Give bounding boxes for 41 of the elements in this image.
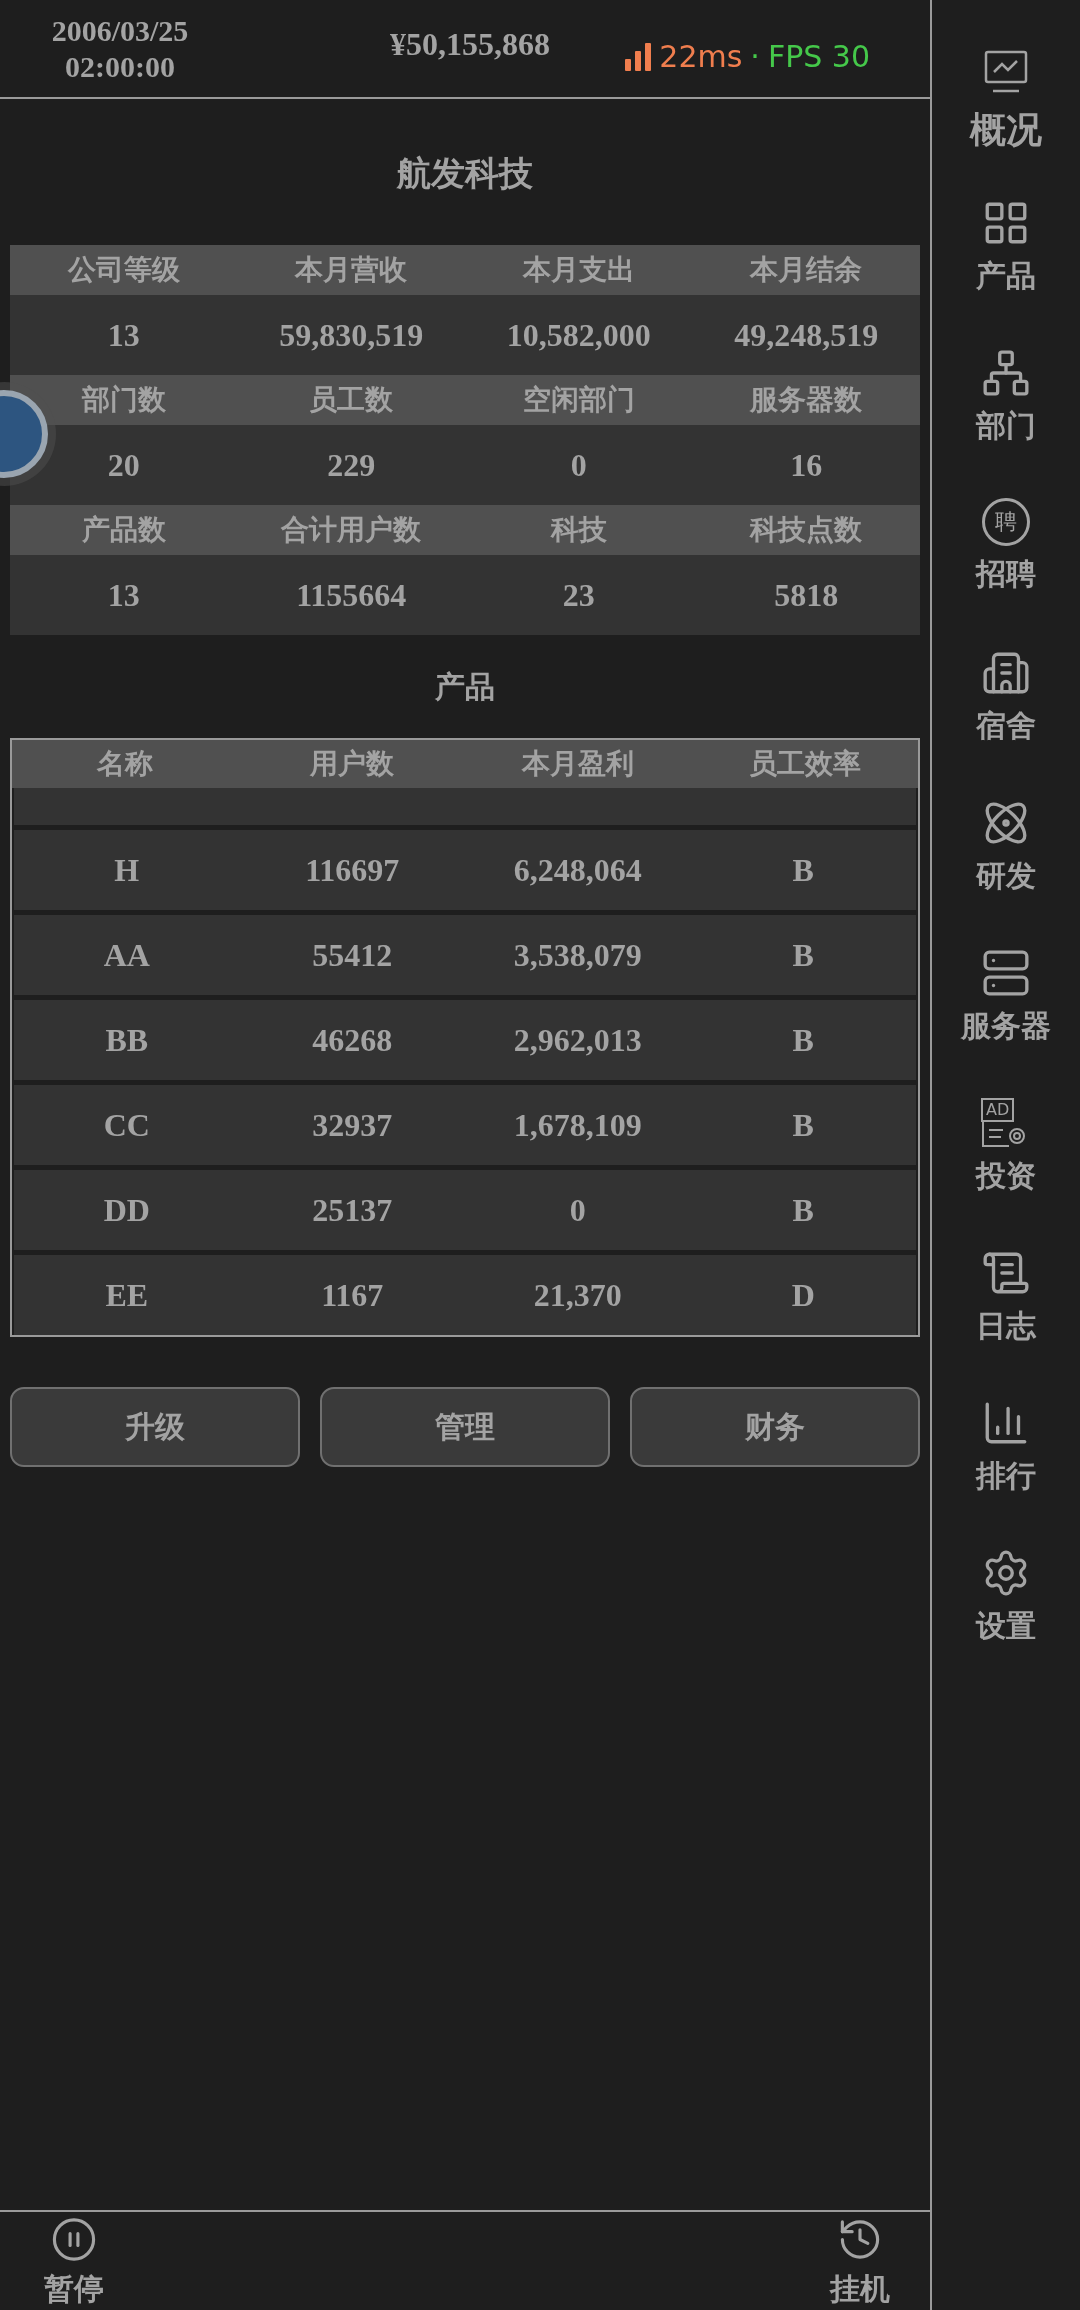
- table-row[interactable]: H 116697 6,248,064 B: [14, 830, 916, 910]
- sidebar-item[interactable]: 设置: [976, 1548, 1036, 1660]
- signal-icon: [625, 42, 652, 71]
- company-title: 航发科技: [395, 154, 534, 194]
- sidebar-item[interactable]: AD 投资: [976, 1098, 1036, 1210]
- stats-header-row: 产品数 合计用户数 科技 科技点数: [10, 505, 920, 555]
- hire-badge-icon: 聘: [982, 498, 1030, 546]
- action-button[interactable]: 升级: [10, 1387, 300, 1467]
- latency-text: 22ms: [659, 39, 743, 74]
- sidebar-item[interactable]: 研发: [976, 798, 1036, 910]
- org-chart-icon: [981, 348, 1031, 398]
- action-button[interactable]: 财务: [630, 1387, 920, 1467]
- fps-text: FPS 30: [767, 39, 870, 74]
- section-title: 产品: [434, 669, 496, 705]
- time-text: 02:00:00: [65, 48, 175, 85]
- separator-text: ·: [750, 39, 760, 74]
- stats-value-row: 13 59,830,519 10,582,000 49,248,519: [10, 295, 920, 375]
- stats-header-row: 公司等级 本月营收 本月支出 本月结余: [10, 245, 920, 295]
- date-text: 2006/03/25: [51, 12, 189, 49]
- money-text: ¥50,155,868: [390, 26, 550, 63]
- table-row[interactable]: BB 46268 2,962,013 B: [14, 1000, 916, 1080]
- sidebar-item[interactable]: 概况: [970, 48, 1042, 160]
- action-button[interactable]: 管理: [320, 1387, 610, 1467]
- sidebar-item[interactable]: 宿舍: [976, 648, 1036, 760]
- table-row[interactable]: DD 25137 0 B: [14, 1170, 916, 1250]
- table-header-row: 名称 用户数 本月盈利 员工效率: [12, 740, 918, 788]
- table-row[interactable]: CC 32937 1,678,109 B: [14, 1085, 916, 1165]
- table-row[interactable]: EE 1167 21,370 D: [14, 1255, 916, 1335]
- sidebar-item[interactable]: 日志: [976, 1248, 1036, 1360]
- server-icon: [981, 948, 1031, 998]
- sidebar-item[interactable]: 聘 招聘: [976, 498, 1036, 610]
- table-row[interactable]: AA 55412 3,538,079 B: [14, 915, 916, 995]
- bottom-button[interactable]: 挂机: [830, 2212, 890, 2310]
- sidebar-item[interactable]: 服务器: [961, 948, 1051, 1060]
- sidebar-item[interactable]: 部门: [976, 348, 1036, 460]
- bottom-button[interactable]: 暂停: [44, 2212, 104, 2310]
- stats-header-row: 部门数 员工数 空闲部门 服务器数: [10, 375, 920, 425]
- sidebar-item[interactable]: 排行: [976, 1398, 1036, 1510]
- stats-value-row: 20 229 0 16: [10, 425, 920, 505]
- sidebar-item[interactable]: 产品: [976, 198, 1036, 310]
- stats-value-row: 13 1155664 23 5818: [10, 555, 920, 635]
